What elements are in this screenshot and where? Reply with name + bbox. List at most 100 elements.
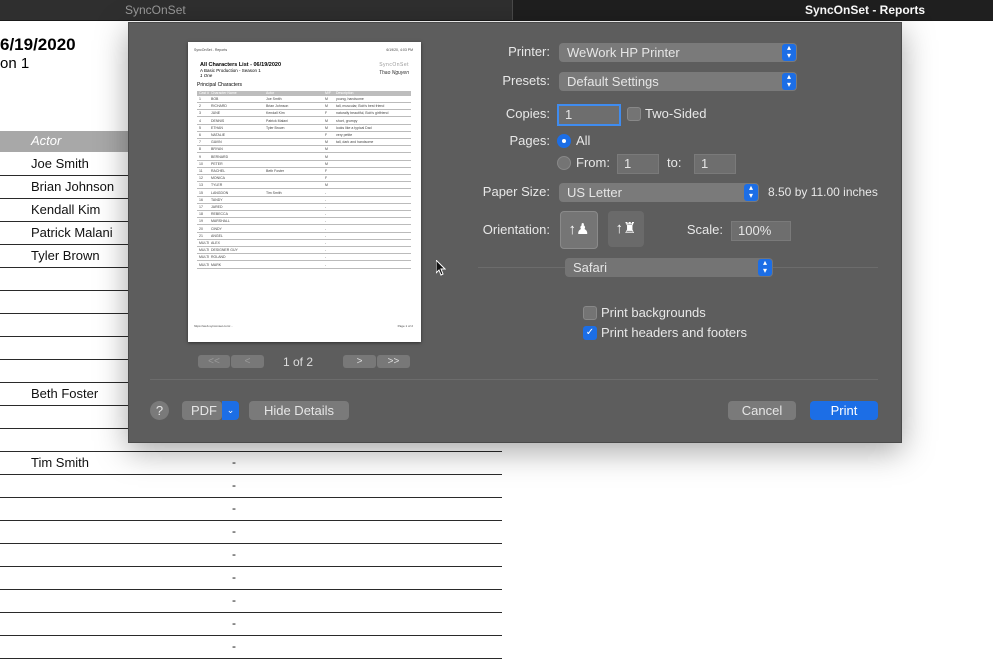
preview-table-row: 19 MARSHALL -	[197, 219, 411, 226]
previous-page-button[interactable]: <	[231, 355, 264, 368]
report-dash-cell: -	[232, 593, 236, 607]
preview-table-row: 11 RACHEL Beth Foster F	[197, 169, 411, 175]
preview-table-row: 8 BRYAN M	[197, 147, 411, 154]
preview-cell: ANGEL	[211, 233, 223, 238]
preview-table-row: 18 REBECCA -	[197, 212, 411, 219]
up-down-chevron-icon: ▴ ▾	[758, 259, 772, 276]
copies-field[interactable]: 1	[557, 104, 621, 126]
report-row: -	[0, 612, 502, 636]
app-options-select[interactable]: Safari ▴ ▾	[565, 258, 773, 277]
up-down-chevron-icon: ▴ ▾	[782, 73, 796, 90]
preview-cell: -	[325, 197, 327, 202]
copies-label: Copies:	[505, 106, 550, 121]
preview-cell: Patrick Malani	[266, 118, 288, 123]
preview-cell: young, handsome	[336, 97, 364, 101]
preview-table-row: 15 LANGDON Tim Smith -	[197, 191, 411, 197]
preview-cell: M	[325, 147, 328, 152]
first-page-button[interactable]: <<	[198, 355, 230, 368]
report-row: -	[0, 566, 502, 590]
scale-field[interactable]: 100%	[731, 221, 791, 241]
preview-cell: Tyler Brown	[266, 125, 285, 130]
preview-cell: looks like a typical Dad	[336, 125, 372, 130]
print-button[interactable]: Print	[810, 401, 878, 420]
preview-cell: JUNE	[211, 111, 221, 116]
preview-table-row: 20 CINDY -	[197, 227, 411, 233]
cancel-button[interactable]: Cancel	[728, 401, 796, 420]
preview-cell: Brian Johnson	[266, 104, 289, 109]
pdf-menu-button[interactable]: PDF	[182, 401, 222, 420]
preview-cell: M	[325, 125, 328, 130]
report-dash-cell: -	[232, 478, 236, 492]
preview-header-left: SyncOnSet - Reports	[194, 48, 228, 52]
tab-synconset[interactable]: SyncOnSet	[0, 0, 512, 20]
paper-size-label: Paper Size:	[482, 184, 550, 199]
paper-size-select[interactable]: US Letter ▴ ▾	[559, 183, 759, 202]
help-icon: ?	[155, 403, 164, 418]
help-button[interactable]: ?	[150, 401, 169, 420]
presets-label: Presets:	[502, 73, 550, 88]
pages-from-radio[interactable]	[557, 156, 571, 170]
page-indicator: 1 of 2	[283, 355, 314, 369]
report-row: -	[0, 589, 502, 613]
preview-cell: 8	[199, 147, 201, 152]
preview-col-cast: Cast #	[199, 91, 210, 95]
preview-table-header: Cast # Character Name Actor M/F Descript…	[197, 91, 411, 96]
preview-col-actor: Actor	[266, 91, 275, 95]
preview-cell: 16	[199, 197, 203, 202]
preview-cell: 12	[199, 176, 203, 181]
pages-to-value: 1	[701, 156, 709, 171]
preview-table-row: 6 NATALIE Fvery petite	[197, 133, 411, 139]
print-headers-checkbox[interactable]: ✓	[583, 326, 597, 340]
preview-cell: Kendall Kim	[266, 111, 285, 116]
preview-cell: 1	[199, 97, 201, 101]
last-page-button[interactable]: >>	[377, 355, 410, 368]
report-row: -	[0, 635, 502, 659]
preview-cell: M	[325, 161, 328, 166]
landscape-orientation-button[interactable]: ↑♜	[608, 211, 644, 247]
print-preview-page: SyncOnSet - Reports 6/19/20, 4:03 PM All…	[188, 42, 421, 342]
preview-cell: -	[325, 262, 327, 267]
tab-label: SyncOnSet - Reports	[805, 3, 926, 17]
app-options-value: Safari	[573, 260, 607, 275]
report-actor-cell: Beth Foster	[31, 386, 99, 401]
portrait-orientation-button[interactable]: ↑♟	[560, 211, 598, 249]
preview-footer-page: Page 1 of 2	[397, 324, 413, 328]
hide-details-button[interactable]: Hide Details	[249, 401, 349, 420]
report-actor-cell: Tyler Brown	[31, 248, 100, 263]
report-dash-cell: -	[232, 570, 236, 584]
pages-to-field[interactable]: 1	[694, 154, 736, 174]
preview-cell: MONICA	[211, 176, 225, 181]
pages-all-radio[interactable]	[557, 134, 571, 148]
preview-cell: F	[325, 176, 328, 181]
presets-select[interactable]: Default Settings ▴ ▾	[559, 72, 797, 91]
preview-cell: M	[325, 97, 328, 101]
print-headers-label: Print headers and footers	[601, 325, 747, 340]
preview-cell: ALEX	[211, 241, 220, 245]
preview-table-row: 5 ETHAN Tyler Brown Mlooks like a typical D…	[197, 126, 411, 132]
preview-author: Thao Nguyen	[378, 70, 409, 76]
paper-size-value: US Letter	[567, 185, 622, 200]
report-row: -	[0, 497, 502, 521]
footer-divider	[150, 379, 878, 380]
report-actor-cell: Kendall Kim	[31, 202, 101, 217]
report-dash-cell: -	[232, 547, 236, 561]
preview-table-row: 3 JUNE Kendall Kim Fnaturally beautiful, Bo…	[197, 111, 411, 118]
two-sided-checkbox[interactable]	[627, 107, 641, 121]
preview-cell: BRYAN	[211, 147, 223, 152]
pages-from-field[interactable]: 1	[617, 154, 659, 174]
preview-cell: 21	[199, 233, 203, 238]
tab-reports[interactable]: SyncOnSet - Reports	[513, 0, 993, 20]
copies-value: 1	[565, 107, 573, 122]
preview-cell: TYLER	[211, 183, 223, 188]
report-row: -	[0, 520, 502, 544]
report-row: -	[0, 474, 502, 498]
preview-table-row: 1 BOB Joe Smith Myoung, handsome	[197, 97, 411, 103]
preview-cell: RACHEL	[211, 169, 226, 173]
print-backgrounds-checkbox[interactable]	[583, 306, 597, 320]
pdf-dropdown-chevron-icon[interactable]: ⌄	[222, 401, 239, 420]
report-dash-cell: -	[232, 455, 236, 469]
preview-table-row: 2 RICHARD Brian Johnson Mtall, muscular, Bo…	[197, 104, 411, 111]
printer-select[interactable]: WeWork HP Printer ▴ ▾	[559, 43, 797, 62]
printer-label: Printer:	[508, 44, 550, 59]
next-page-button[interactable]: >	[343, 355, 376, 368]
